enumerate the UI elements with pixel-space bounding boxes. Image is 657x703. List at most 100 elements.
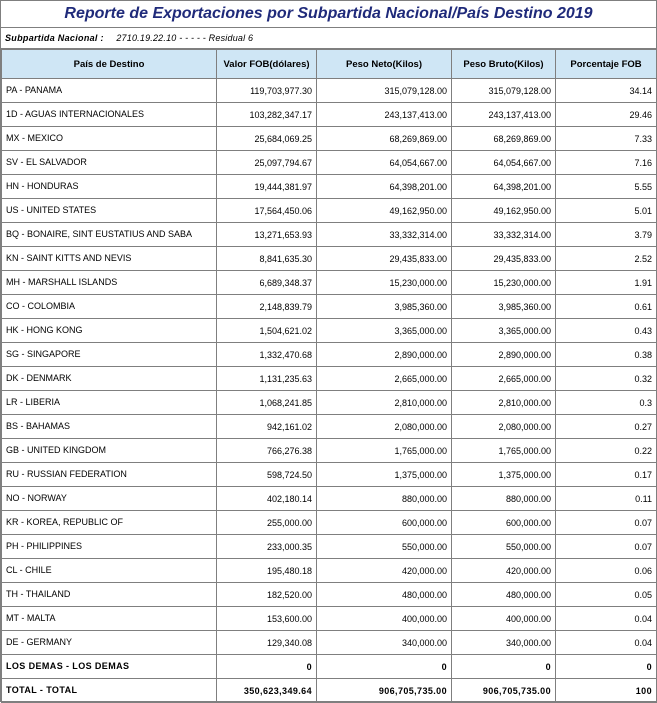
cell-net-weight: 550,000.00 bbox=[316, 534, 452, 559]
cell-fob-percent: 0.04 bbox=[555, 630, 657, 655]
header-fob: Valor FOB(dólares) bbox=[216, 49, 317, 79]
cell-country: NO - NORWAY bbox=[1, 486, 217, 511]
cell-net-weight: 400,000.00 bbox=[316, 606, 452, 631]
table-row: BQ - BONAIRE, SINT EUSTATIUS AND SABA 13,… bbox=[1, 222, 657, 247]
table-row: BS - BAHAMAS 942,161.02 2,080,000.00 2,080,… bbox=[1, 414, 657, 439]
cell-net-weight: 880,000.00 bbox=[316, 486, 452, 511]
cell-fob-percent: 0.38 bbox=[555, 342, 657, 367]
header-gross-weight: Peso Bruto(Kilos) bbox=[451, 49, 556, 79]
cell-country: US - UNITED STATES bbox=[1, 198, 217, 223]
table-row: US - UNITED STATES 17,564,450.06 49,162,95… bbox=[1, 198, 657, 223]
cell-country: HN - HONDURAS bbox=[1, 174, 217, 199]
cell-gross-weight: 2,080,000.00 bbox=[451, 414, 556, 439]
cell-country: TOTAL - TOTAL bbox=[1, 678, 217, 703]
cell-fob-value: 1,068,241.85 bbox=[216, 390, 317, 415]
table-row: DE - GERMANY 129,340.08 340,000.00 340,000.… bbox=[1, 630, 657, 655]
cell-country: SV - EL SALVADOR bbox=[1, 150, 217, 175]
cell-fob-value: 1,504,621.02 bbox=[216, 318, 317, 343]
cell-country: MX - MEXICO bbox=[1, 126, 217, 151]
cell-country: PA - PANAMA bbox=[1, 78, 217, 103]
cell-net-weight: 33,332,314.00 bbox=[316, 222, 452, 247]
cell-fob-value: 13,271,653.93 bbox=[216, 222, 317, 247]
cell-fob-value: 350,623,349.64 bbox=[216, 678, 317, 703]
table-row: SG - SINGAPORE 1,332,470.68 2,890,000.00 2,… bbox=[1, 342, 657, 367]
cell-country: HK - HONG KONG bbox=[1, 318, 217, 343]
cell-country: LR - LIBERIA bbox=[1, 390, 217, 415]
table-row: KN - SAINT KITTS AND NEVIS 8,841,635.30 29… bbox=[1, 246, 657, 271]
cell-net-weight: 480,000.00 bbox=[316, 582, 452, 607]
cell-net-weight: 68,269,869.00 bbox=[316, 126, 452, 151]
cell-fob-percent: 3.79 bbox=[555, 222, 657, 247]
table-row: PA - PANAMA 119,703,977.30 315,079,128.00 3… bbox=[1, 78, 657, 103]
cell-country: TH - THAILAND bbox=[1, 582, 217, 607]
cell-country: BQ - BONAIRE, SINT EUSTATIUS AND SABA bbox=[1, 222, 217, 247]
cell-gross-weight: 1,375,000.00 bbox=[451, 462, 556, 487]
cell-fob-percent: 7.16 bbox=[555, 150, 657, 175]
cell-country: SG - SINGAPORE bbox=[1, 342, 217, 367]
cell-country: MT - MALTA bbox=[1, 606, 217, 631]
cell-fob-value: 6,689,348.37 bbox=[216, 270, 317, 295]
table-row: CL - CHILE 195,480.18 420,000.00 420,000.00… bbox=[1, 558, 657, 583]
cell-gross-weight: 64,054,667.00 bbox=[451, 150, 556, 175]
cell-net-weight: 420,000.00 bbox=[316, 558, 452, 583]
cell-gross-weight: 2,665,000.00 bbox=[451, 366, 556, 391]
cell-fob-value: 0 bbox=[216, 654, 317, 679]
cell-net-weight: 315,079,128.00 bbox=[316, 78, 452, 103]
header-country: País de Destino bbox=[1, 49, 217, 79]
table-row: DK - DENMARK 1,131,235.63 2,665,000.00 2,66… bbox=[1, 366, 657, 391]
table-row: LR - LIBERIA 1,068,241.85 2,810,000.00 2,81… bbox=[1, 390, 657, 415]
table-row: TH - THAILAND 182,520.00 480,000.00 480,000… bbox=[1, 582, 657, 607]
cell-gross-weight: 68,269,869.00 bbox=[451, 126, 556, 151]
cell-fob-value: 195,480.18 bbox=[216, 558, 317, 583]
cell-gross-weight: 243,137,413.00 bbox=[451, 102, 556, 127]
cell-country: DE - GERMANY bbox=[1, 630, 217, 655]
cell-fob-percent: 0.22 bbox=[555, 438, 657, 463]
header-fob-percent: Porcentaje FOB bbox=[555, 49, 657, 79]
cell-net-weight: 243,137,413.00 bbox=[316, 102, 452, 127]
cell-gross-weight: 906,705,735.00 bbox=[451, 678, 556, 703]
cell-fob-percent: 0.04 bbox=[555, 606, 657, 631]
cell-net-weight: 906,705,735.00 bbox=[316, 678, 452, 703]
table-row: NO - NORWAY 402,180.14 880,000.00 880,000.0… bbox=[1, 486, 657, 511]
cell-fob-value: 19,444,381.97 bbox=[216, 174, 317, 199]
cell-fob-value: 153,600.00 bbox=[216, 606, 317, 631]
cell-fob-percent: 0.17 bbox=[555, 462, 657, 487]
cell-net-weight: 340,000.00 bbox=[316, 630, 452, 655]
table-row: KR - KOREA, REPUBLIC OF 255,000.00 600,000… bbox=[1, 510, 657, 535]
cell-fob-percent: 0.43 bbox=[555, 318, 657, 343]
cell-gross-weight: 15,230,000.00 bbox=[451, 270, 556, 295]
cell-gross-weight: 315,079,128.00 bbox=[451, 78, 556, 103]
cell-gross-weight: 3,985,360.00 bbox=[451, 294, 556, 319]
cell-country: KR - KOREA, REPUBLIC OF bbox=[1, 510, 217, 535]
total-row: TOTAL - TOTAL 350,623,349.64 906,705,735.0… bbox=[1, 678, 657, 703]
header-net-weight: Peso Neto(Kilos) bbox=[316, 49, 452, 79]
cell-net-weight: 64,054,667.00 bbox=[316, 150, 452, 175]
cell-fob-value: 182,520.00 bbox=[216, 582, 317, 607]
cell-country: CL - CHILE bbox=[1, 558, 217, 583]
table-body: PA - PANAMA 119,703,977.30 315,079,128.00 3… bbox=[1, 78, 657, 703]
report-title: Reporte de Exportaciones por Subpartida … bbox=[1, 1, 656, 28]
cell-country: PH - PHILIPPINES bbox=[1, 534, 217, 559]
cell-fob-percent: 1.91 bbox=[555, 270, 657, 295]
cell-fob-value: 766,276.38 bbox=[216, 438, 317, 463]
cell-fob-value: 1,131,235.63 bbox=[216, 366, 317, 391]
cell-fob-value: 129,340.08 bbox=[216, 630, 317, 655]
cell-fob-percent: 100 bbox=[555, 678, 657, 703]
cell-net-weight: 64,398,201.00 bbox=[316, 174, 452, 199]
table-header-row: País de Destino Valor FOB(dólares) Peso … bbox=[1, 49, 657, 79]
cell-net-weight: 0 bbox=[316, 654, 452, 679]
cell-gross-weight: 3,365,000.00 bbox=[451, 318, 556, 343]
cell-country: MH - MARSHALL ISLANDS bbox=[1, 270, 217, 295]
cell-net-weight: 1,375,000.00 bbox=[316, 462, 452, 487]
subpartida-line: Subpartida Nacional : 2710.19.22.10 - - … bbox=[1, 28, 656, 49]
cell-fob-percent: 34.14 bbox=[555, 78, 657, 103]
cell-net-weight: 29,435,833.00 bbox=[316, 246, 452, 271]
table-row: 1D - AGUAS INTERNACIONALES 103,282,347.17… bbox=[1, 102, 657, 127]
cell-net-weight: 49,162,950.00 bbox=[316, 198, 452, 223]
cell-country: DK - DENMARK bbox=[1, 366, 217, 391]
cell-gross-weight: 29,435,833.00 bbox=[451, 246, 556, 271]
cell-net-weight: 1,765,000.00 bbox=[316, 438, 452, 463]
cell-gross-weight: 33,332,314.00 bbox=[451, 222, 556, 247]
cell-fob-percent: 0.07 bbox=[555, 510, 657, 535]
cell-fob-percent: 0.05 bbox=[555, 582, 657, 607]
